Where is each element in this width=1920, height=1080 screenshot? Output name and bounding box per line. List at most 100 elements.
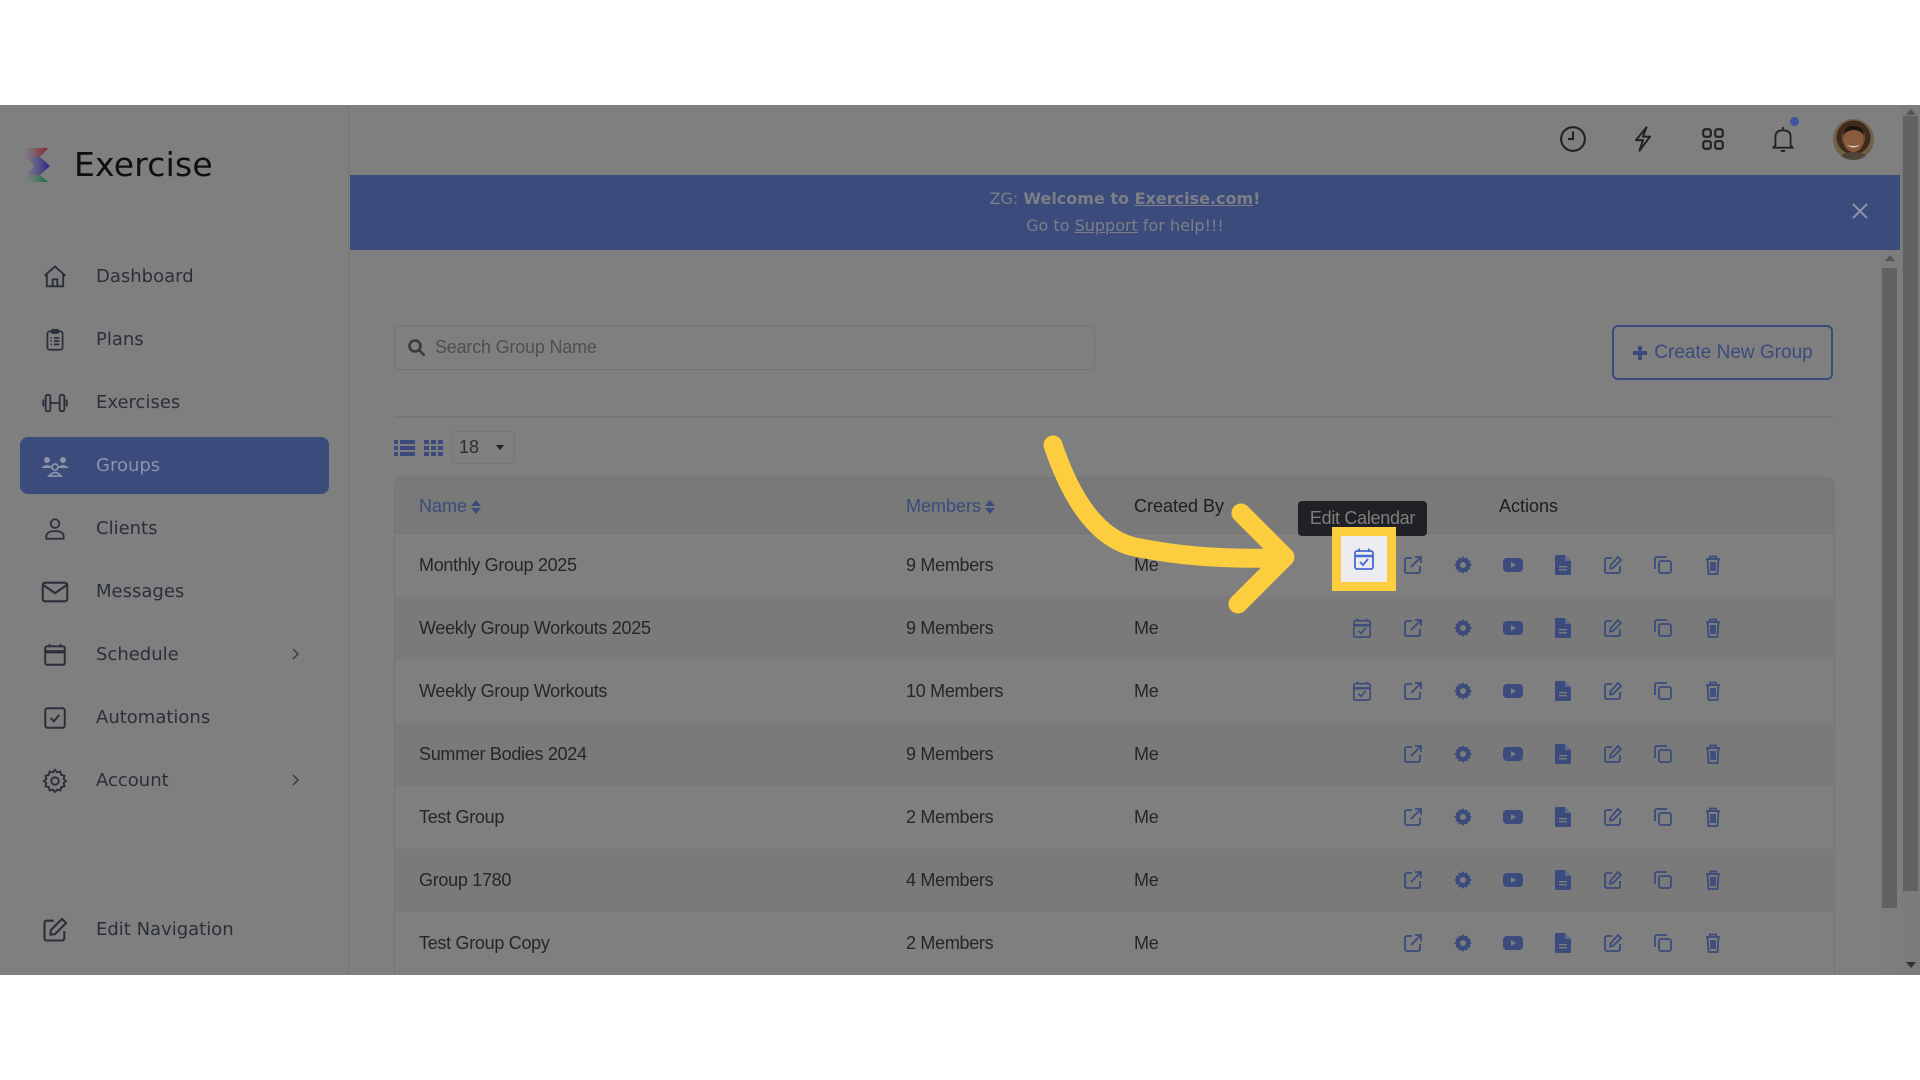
table-row[interactable]: Test Group Copy 2 Members Me: [395, 912, 1834, 975]
group-name-cell[interactable]: Summer Bodies 2024: [419, 744, 587, 765]
document-icon[interactable]: [1550, 930, 1576, 956]
trash-icon[interactable]: [1700, 804, 1726, 830]
document-icon[interactable]: [1550, 741, 1576, 767]
copy-icon[interactable]: [1650, 867, 1676, 893]
scrollbar-thumb[interactable]: [1903, 116, 1918, 891]
clock-icon[interactable]: [1555, 121, 1591, 157]
table-row[interactable]: Monthly Group 2025 9 Members Me: [395, 534, 1834, 597]
list-view-icon[interactable]: [394, 439, 415, 457]
group-name-cell[interactable]: Group 1780: [419, 870, 511, 891]
group-name-cell[interactable]: Weekly Group Workouts 2025: [419, 618, 651, 639]
edit-icon[interactable]: [1600, 741, 1626, 767]
trash-icon[interactable]: [1700, 867, 1726, 893]
scroll-up-icon[interactable]: [1885, 255, 1895, 261]
external-link-icon[interactable]: [1400, 741, 1426, 767]
video-icon[interactable]: [1500, 615, 1526, 641]
sidebar-item-clients[interactable]: Clients: [20, 500, 329, 557]
edit-icon[interactable]: [1600, 804, 1626, 830]
brand-logo[interactable]: Exercise: [24, 145, 213, 184]
edit-icon[interactable]: [1600, 615, 1626, 641]
external-link-icon[interactable]: [1400, 804, 1426, 830]
group-name-cell[interactable]: Monthly Group 2025: [419, 555, 577, 576]
close-banner-button[interactable]: [1848, 199, 1872, 223]
trash-icon[interactable]: [1700, 741, 1726, 767]
chevron-right-icon[interactable]: [285, 770, 305, 790]
group-name-cell[interactable]: Test Group Copy: [419, 933, 550, 954]
copy-icon[interactable]: [1650, 678, 1676, 704]
sidebar-item-account[interactable]: Account: [20, 752, 329, 809]
document-icon[interactable]: [1550, 804, 1576, 830]
grid-view-icon[interactable]: [423, 439, 444, 457]
document-icon[interactable]: [1550, 678, 1576, 704]
document-icon[interactable]: [1550, 552, 1576, 578]
page-scrollbar[interactable]: [1901, 105, 1920, 975]
copy-icon[interactable]: [1650, 804, 1676, 830]
scroll-down-icon[interactable]: [1906, 962, 1916, 968]
lightning-icon[interactable]: [1625, 121, 1661, 157]
external-link-icon[interactable]: [1400, 615, 1426, 641]
edit-calendar-highlight[interactable]: [1332, 527, 1396, 591]
sidebar-item-exercises[interactable]: Exercises: [20, 374, 329, 431]
edit-icon[interactable]: [1600, 552, 1626, 578]
gear-icon[interactable]: [1450, 804, 1476, 830]
trash-icon[interactable]: [1700, 552, 1726, 578]
video-icon[interactable]: [1500, 552, 1526, 578]
document-icon[interactable]: [1550, 615, 1576, 641]
table-row[interactable]: Weekly Group Workouts 10 Members Me: [395, 660, 1834, 723]
edit-icon[interactable]: [1600, 867, 1626, 893]
video-icon[interactable]: [1500, 930, 1526, 956]
copy-icon[interactable]: [1650, 930, 1676, 956]
sidebar-item-schedule[interactable]: Schedule: [20, 626, 329, 683]
trash-icon[interactable]: [1700, 678, 1726, 704]
sidebar-item-groups[interactable]: Groups: [20, 437, 329, 494]
gear-icon[interactable]: [1450, 741, 1476, 767]
content-scrollbar[interactable]: [1880, 250, 1900, 975]
chevron-right-icon[interactable]: [285, 644, 305, 664]
video-icon[interactable]: [1500, 804, 1526, 830]
page-size-select[interactable]: 18: [452, 431, 515, 464]
external-link-icon[interactable]: [1400, 678, 1426, 704]
exercise-com-link[interactable]: Exercise.com: [1135, 189, 1254, 208]
table-row[interactable]: Test Group 2 Members Me: [395, 786, 1834, 849]
gear-icon[interactable]: [1450, 615, 1476, 641]
external-link-icon[interactable]: [1400, 930, 1426, 956]
scroll-up-icon[interactable]: [1906, 109, 1916, 115]
video-icon[interactable]: [1500, 741, 1526, 767]
document-icon[interactable]: [1550, 867, 1576, 893]
search-input[interactable]: [435, 337, 1075, 358]
calendar-check-icon[interactable]: [1349, 678, 1375, 704]
copy-icon[interactable]: [1650, 741, 1676, 767]
apps-grid-icon[interactable]: [1695, 121, 1731, 157]
video-icon[interactable]: [1500, 678, 1526, 704]
bell-icon[interactable]: [1765, 117, 1801, 157]
sidebar-item-automations[interactable]: Automations: [20, 689, 329, 746]
edit-icon[interactable]: [1600, 930, 1626, 956]
gear-icon[interactable]: [1450, 552, 1476, 578]
column-header-members[interactable]: Members: [906, 496, 996, 517]
scrollbar-thumb[interactable]: [1882, 268, 1897, 908]
create-new-group-button[interactable]: Create New Group: [1612, 325, 1833, 380]
table-row[interactable]: Weekly Group Workouts 2025 9 Members Me: [395, 597, 1834, 660]
group-name-cell[interactable]: Test Group: [419, 807, 504, 828]
gear-icon[interactable]: [1450, 678, 1476, 704]
copy-icon[interactable]: [1650, 615, 1676, 641]
table-row[interactable]: Group 1780 4 Members Me: [395, 849, 1834, 912]
video-icon[interactable]: [1500, 867, 1526, 893]
trash-icon[interactable]: [1700, 930, 1726, 956]
sidebar-item-plans[interactable]: Plans: [20, 311, 329, 368]
sidebar-item-messages[interactable]: Messages: [20, 563, 329, 620]
external-link-icon[interactable]: [1400, 552, 1426, 578]
trash-icon[interactable]: [1700, 615, 1726, 641]
table-row[interactable]: Summer Bodies 2024 9 Members Me: [395, 723, 1834, 786]
gear-icon[interactable]: [1450, 867, 1476, 893]
calendar-check-icon[interactable]: [1349, 615, 1375, 641]
sidebar-item-dashboard[interactable]: Dashboard: [20, 248, 329, 305]
gear-icon[interactable]: [1450, 930, 1476, 956]
edit-navigation-button[interactable]: Edit Navigation: [20, 901, 329, 958]
copy-icon[interactable]: [1650, 552, 1676, 578]
edit-icon[interactable]: [1600, 678, 1626, 704]
support-link[interactable]: Support: [1075, 216, 1138, 235]
user-avatar[interactable]: [1833, 119, 1874, 160]
external-link-icon[interactable]: [1400, 867, 1426, 893]
group-name-cell[interactable]: Weekly Group Workouts: [419, 681, 607, 702]
